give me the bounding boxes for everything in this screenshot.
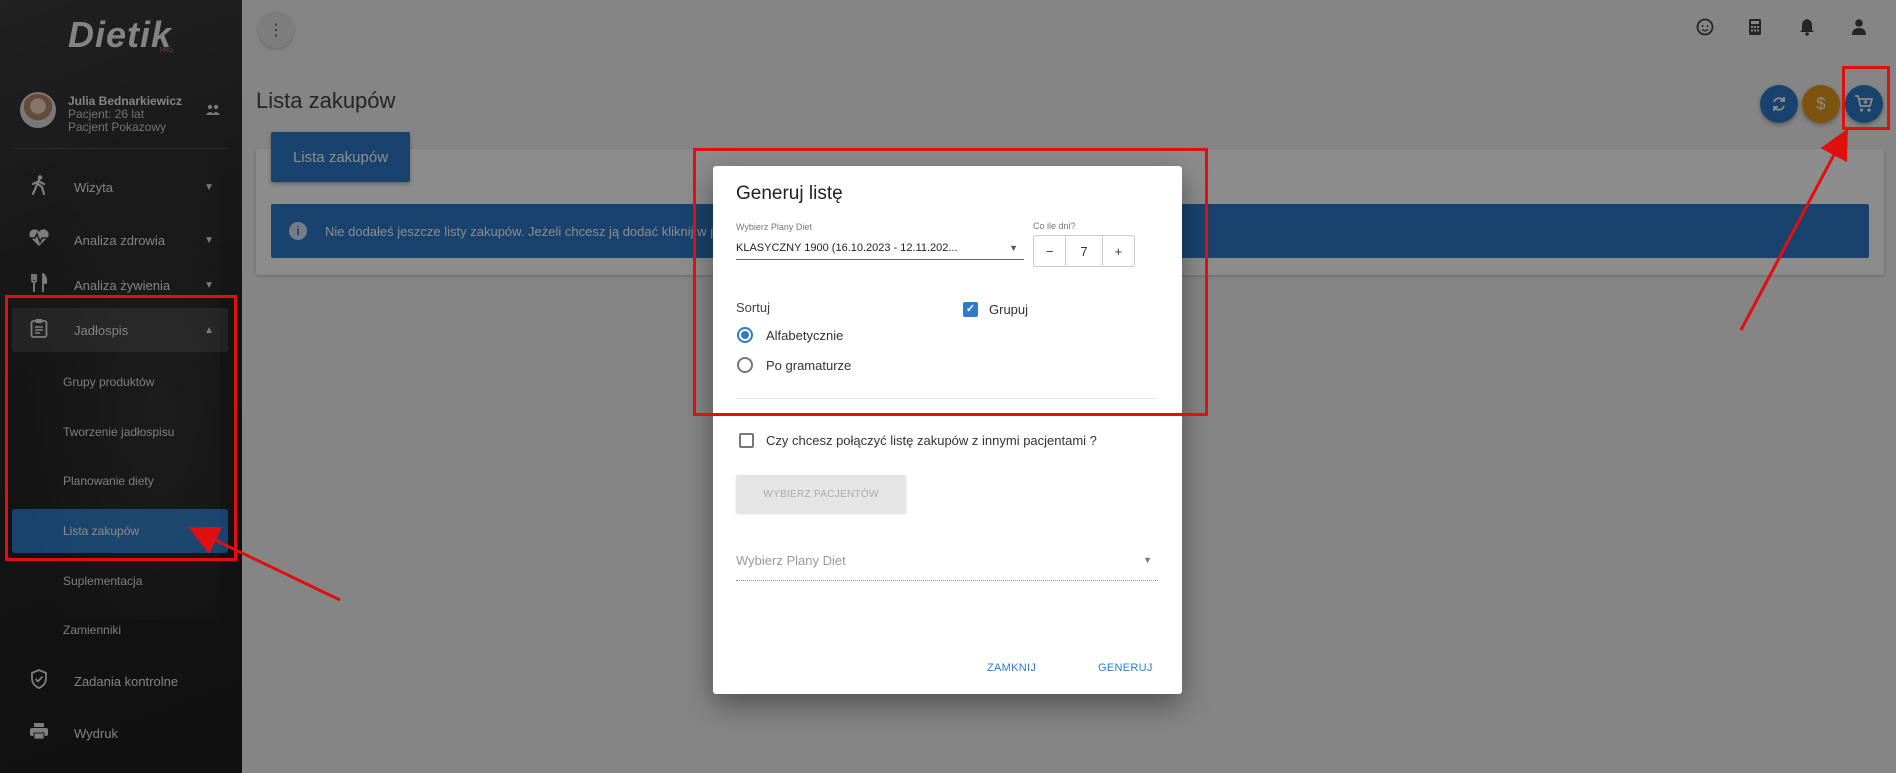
dropdown-arrow-icon: ▼: [1143, 555, 1152, 565]
annotation-box-jadlospis: [5, 295, 237, 561]
annotation-box-dialog: [693, 148, 1208, 416]
annotation-box-cart: [1842, 66, 1890, 130]
select-patients-button[interactable]: WYBIERZ PACJENTÓW: [736, 475, 906, 513]
additional-plans-placeholder: Wybierz Plany Diet: [736, 553, 846, 568]
generate-button[interactable]: GENERUJ: [1098, 662, 1153, 674]
close-button[interactable]: ZAMKNIJ: [987, 662, 1036, 674]
combine-patients-checkbox[interactable]: [739, 433, 754, 448]
additional-plans-select[interactable]: Wybierz Plany Diet ▼: [736, 553, 1158, 581]
combine-patients-label[interactable]: Czy chcesz połączyć listę zakupów z inny…: [766, 433, 1097, 448]
